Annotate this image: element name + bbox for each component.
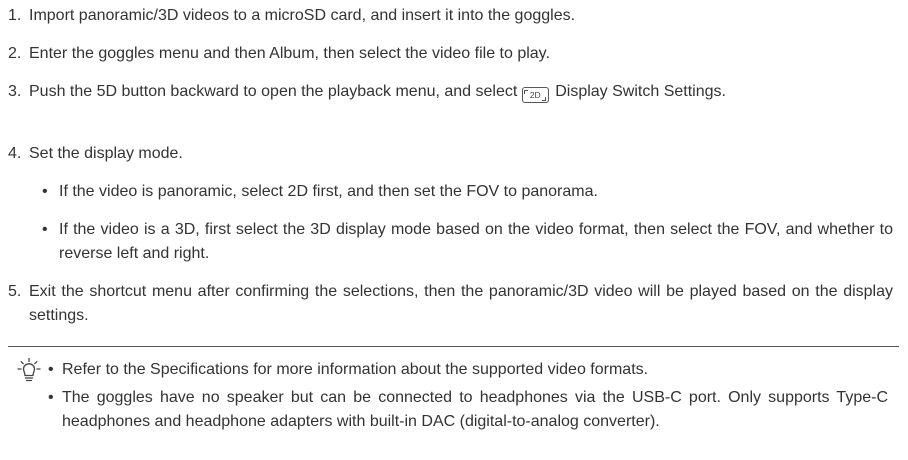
- tip-item-specifications: • Refer to the Specifications for more i…: [48, 358, 888, 382]
- step-text: Exit the shortcut menu after confirming …: [29, 283, 893, 324]
- bullet-marker: •: [42, 221, 48, 238]
- tip-item-headphones: • The goggles have no speaker but can be…: [48, 386, 888, 434]
- section-divider: [8, 346, 899, 347]
- bullet-text: If the video is panoramic, select 2D fir…: [59, 183, 598, 200]
- display-mode-bullet-3d: • If the video is a 3D, first select the…: [42, 218, 893, 266]
- step-4: 4. Set the display mode.: [8, 142, 893, 166]
- step-text: Enter the goggles menu and then Album, t…: [29, 45, 550, 62]
- manual-page: 1. Import panoramic/3D videos to a micro…: [0, 0, 908, 460]
- step-2: 2. Enter the goggles menu and then Album…: [8, 42, 893, 66]
- step-text-before-icon: Push the 5D button backward to open the …: [29, 83, 518, 100]
- bullet-marker: •: [48, 361, 54, 378]
- step-text-after-icon: Display Switch Settings.: [555, 83, 726, 100]
- step-1: 1. Import panoramic/3D videos to a micro…: [8, 4, 893, 28]
- display-switch-2d-icon: 2D: [521, 87, 549, 103]
- step-number: 4.: [8, 145, 22, 162]
- step-3: 3. Push the 5D button backward to open t…: [8, 80, 893, 104]
- bullet-marker: •: [42, 183, 48, 200]
- display-mode-bullet-panoramic: • If the video is panoramic, select 2D f…: [42, 180, 893, 204]
- display-switch-icon-label: 2D: [529, 90, 541, 100]
- bullet-text: If the video is a 3D, first select the 3…: [59, 221, 893, 262]
- tip-text: Refer to the Specifications for more inf…: [62, 361, 649, 378]
- tip-text: The goggles have no speaker but can be c…: [62, 389, 888, 430]
- step-5: 5. Exit the shortcut menu after confirmi…: [8, 280, 893, 328]
- step-number: 1.: [8, 7, 22, 24]
- step-text: Import panoramic/3D videos to a microSD …: [29, 7, 576, 24]
- step-number: 3.: [8, 83, 22, 100]
- step-text: Set the display mode.: [29, 145, 183, 162]
- step-number: 5.: [8, 283, 22, 300]
- step-number: 2.: [8, 45, 22, 62]
- step-text: Push the 5D button backward to open the …: [29, 80, 893, 104]
- bullet-marker: •: [48, 389, 54, 406]
- lightbulb-icon: [16, 357, 42, 383]
